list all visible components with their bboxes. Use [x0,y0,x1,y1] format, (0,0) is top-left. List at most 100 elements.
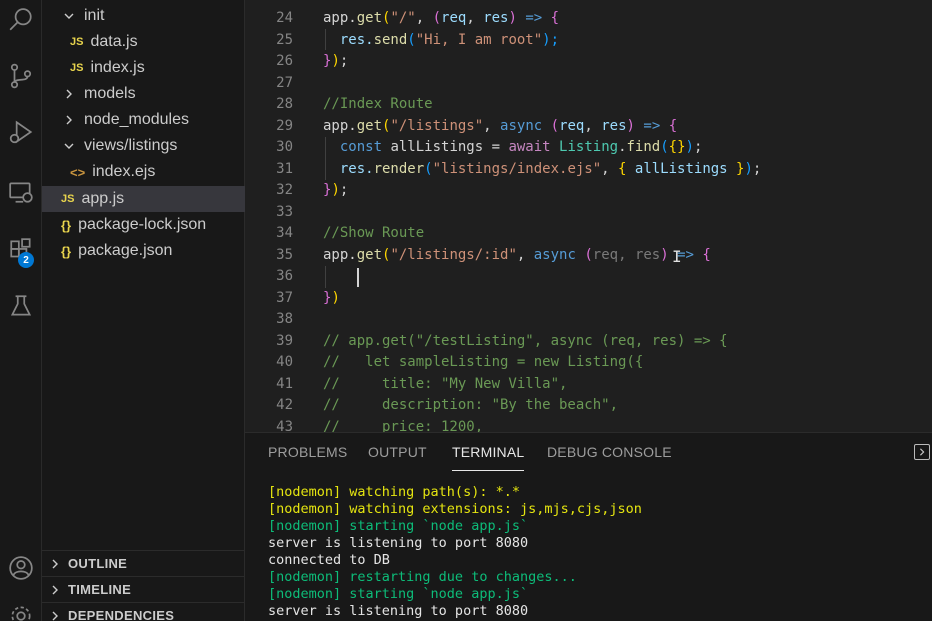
file-data-js[interactable]: JS data.js [42,29,245,55]
chevron-down-icon [62,11,76,21]
mouse-ibeam-cursor: I [672,247,682,266]
folder-views-listings[interactable]: views/listings [42,133,245,159]
file-index-ejs[interactable]: <> index.ejs [42,159,245,185]
code-line[interactable]: 39 // app.get("/testListing", async (req,… [245,331,932,353]
code-line[interactable]: 27 [245,73,932,95]
ejs-file-icon: <> [70,164,86,180]
file-app-js[interactable]: JS app.js [42,186,245,212]
bottom-panel: PROBLEMS OUTPUT TERMINAL DEBUG CONSOLE [… [245,432,932,621]
code-line[interactable]: 34 //Show Route [245,223,932,245]
code-text: //Index Route [323,96,433,112]
code-text: res.send("Hi, I am root"); [323,31,560,48]
section-label: TIMELINE [68,582,132,597]
code-text: // description: "By the beach", [323,397,619,413]
code-line[interactable]: 26}); [245,51,932,73]
line-number: 42 [276,397,293,413]
section-label: DEPENDENCIES [68,608,175,621]
code-text: app.get("/listings/:id", async (req, res… [323,246,711,263]
js-file-icon: JS [70,62,84,74]
js-file-icon: JS [61,193,75,205]
tab-problems[interactable]: PROBLEMS [268,433,347,471]
tree-item-label: views/listings [84,137,178,154]
code-line[interactable]: 36 [245,266,932,288]
explorer-sidebar: init JS data.js JS index.js models node_… [42,0,245,621]
chevron-right-icon [48,559,62,569]
code-text: }) [323,289,340,306]
code-line[interactable]: 37}) [245,288,932,310]
line-number: 27 [276,74,293,91]
line-number: 31 [276,160,293,177]
search-icon[interactable] [0,0,42,40]
code-text: //Show Route [323,225,425,241]
line-number: 33 [276,203,293,220]
chevron-right-icon [62,89,76,99]
settings-icon[interactable] [0,596,42,621]
chevron-right-icon [48,585,62,595]
account-icon[interactable] [0,548,42,588]
chevron-right-icon [62,115,76,125]
section-dependencies[interactable]: DEPENDENCIES [42,602,245,621]
code-text: res.render("listings/index.ejs", { allLi… [323,160,762,177]
folder-node-modules[interactable]: node_modules [42,107,245,133]
code-line[interactable]: 43 // price: 1200, [245,417,932,433]
code-line[interactable]: 38 [245,309,932,331]
code-line[interactable]: 28 //Index Route [245,94,932,116]
code-line[interactable]: 24 app.get("/", (req, res) => { [245,8,932,30]
code-line[interactable]: 31 res.render("listings/index.ejs", { al… [245,159,932,181]
chevron-down-icon [62,141,76,151]
file-index-js[interactable]: JS index.js [42,55,245,81]
code-text: // let sampleListing = new Listing({ [323,354,644,370]
line-number: 40 [276,354,293,370]
maximize-panel-icon[interactable] [914,444,930,460]
terminal-line: [nodemon] restarting due to changes... [268,569,577,585]
terminal-line: server is listening to port 8080 [268,535,529,551]
line-number: 38 [276,311,293,327]
tree-item-label: index.ejs [92,163,156,180]
tree-item-label: node_modules [84,111,189,128]
line-number: 26 [276,53,293,69]
terminal-line: [nodemon] watching path(s): *.* [268,484,520,500]
file-package-json[interactable]: {} package.json [42,238,245,264]
line-number: 39 [276,332,293,349]
tab-debug-console[interactable]: DEBUG CONSOLE [547,433,672,471]
folder-models[interactable]: models [42,81,245,107]
tab-output[interactable]: OUTPUT [368,433,427,471]
extensions-icon[interactable]: 2 [0,230,42,270]
tree-item-label: models [84,85,136,102]
folder-init[interactable]: init [42,3,245,29]
remote-explorer-icon[interactable] [0,172,42,212]
tree-item-label: index.js [90,59,145,76]
line-number: 37 [276,289,293,306]
code-line[interactable]: 30 const allListings = await Listing.fin… [245,137,932,159]
section-timeline[interactable]: TIMELINE [42,576,245,602]
code-line[interactable]: 41 // title: "My New Villa", [245,374,932,396]
file-package-lock-json[interactable]: {} package-lock.json [42,212,245,238]
tree-item-label: package-lock.json [78,216,207,233]
code-text: }); [323,182,349,198]
code-text: const allListings = await Listing.find({… [339,139,703,155]
code-text: // title: "My New Villa", [323,375,568,392]
tab-terminal[interactable]: TERMINAL [452,433,525,471]
line-number: 41 [276,375,293,392]
terminal-line: [nodemon] watching extensions: js,mjs,cj… [268,501,642,517]
section-outline[interactable]: OUTLINE [42,550,245,576]
code-line[interactable]: 40 // let sampleListing = new Listing({ [245,352,932,374]
code-line[interactable]: 42 // description: "By the beach", [245,395,932,417]
line-number: 25 [276,31,293,48]
code-line[interactable]: 35 app.get("/listings/:id", async (req, r… [245,245,932,267]
tree-item-label: app.js [81,190,125,207]
tree-item-label: data.js [90,33,138,50]
code-line[interactable]: 33 [245,202,932,224]
run-debug-icon[interactable] [0,112,42,152]
source-control-icon[interactable] [0,56,42,96]
json-file-icon: {} [61,243,72,259]
chevron-right-icon [48,611,62,621]
tree-item-label: package.json [78,242,173,259]
code-text: app.get("/", (req, res) => { [323,10,560,26]
code-line[interactable]: 25 res.send("Hi, I am root"); [245,30,932,52]
testing-icon[interactable] [0,286,42,326]
code-editor[interactable]: 24 app.get("/", (req, res) => {25 res.sen… [245,0,932,432]
code-line[interactable]: 32}); [245,180,932,202]
activity-bar: 2 [0,0,42,621]
code-line[interactable]: 29 app.get("/listings", async (req, res) … [245,116,932,138]
